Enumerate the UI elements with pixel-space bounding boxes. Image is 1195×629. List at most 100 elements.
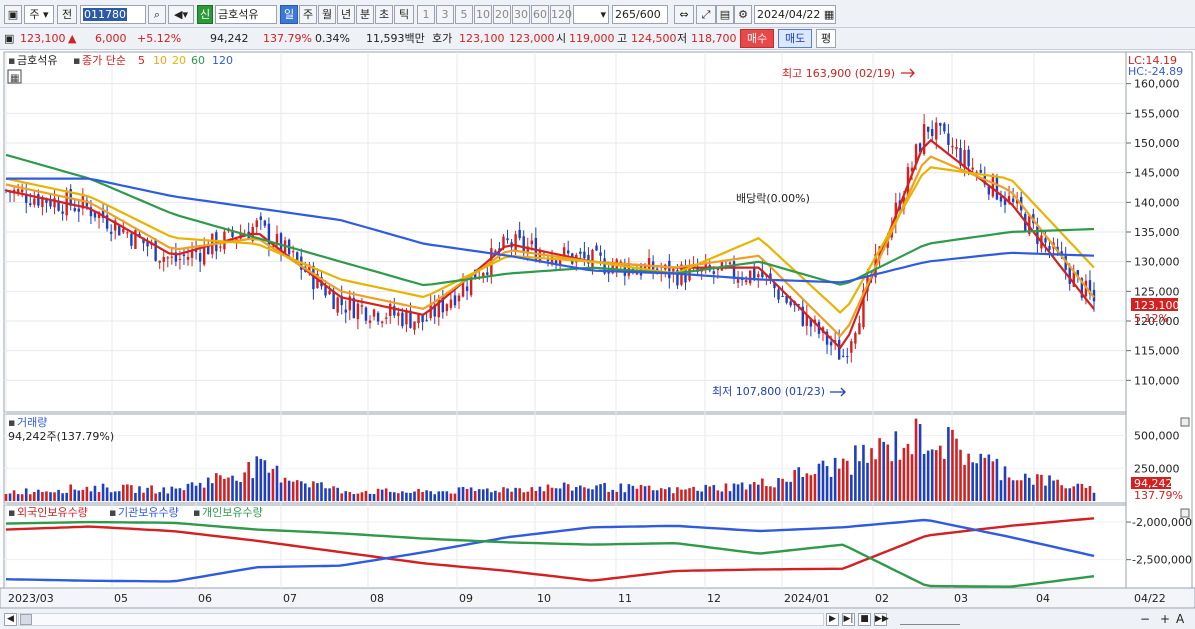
window-icon[interactable]: ▣ <box>4 5 22 24</box>
volume-bar <box>352 494 356 501</box>
save-icon[interactable]: ▤ <box>716 5 734 24</box>
volume-bar <box>433 494 437 501</box>
interval-3-button[interactable]: 3 <box>436 5 454 24</box>
volume-bar <box>922 453 926 501</box>
period-year-button[interactable]: 년 <box>337 5 355 24</box>
calendar-icon[interactable]: ▦ <box>824 8 834 21</box>
low-price: 118,700 <box>691 32 737 45</box>
scroll-left-icon[interactable]: ◀ <box>4 613 17 626</box>
volume-bar <box>279 482 283 501</box>
chart-area[interactable]: 2023/03 05 06 07 08 09 10 11 12 2024/01 02 03 04 110,… <box>0 51 1195 608</box>
volume-bar <box>409 492 412 501</box>
scrollbar-track[interactable] <box>18 613 824 626</box>
price-candle <box>154 238 157 261</box>
price-panel-name: 금호석유 <box>17 54 57 67</box>
market-type-select[interactable]: 주 ▾ <box>24 5 54 24</box>
last-price-tag: 123,100 <box>1134 299 1180 312</box>
gear-icon[interactable]: ⚙ <box>734 5 752 24</box>
interval-1-button[interactable]: 1 <box>417 5 435 24</box>
volume-bar <box>384 488 388 501</box>
fit-icon[interactable]: ⇔ <box>674 5 694 24</box>
volume-bar <box>388 491 392 501</box>
x-tick-label: 12 <box>707 592 721 605</box>
volume-bar <box>1036 474 1039 501</box>
interval-10-button[interactable]: 10 <box>474 5 492 24</box>
scroll-right-icon[interactable]: ▶ <box>826 613 839 626</box>
ma-legend-label: 종가 단순 <box>82 54 126 67</box>
count-value: 265 <box>615 8 636 21</box>
volume-bar <box>364 490 368 501</box>
high-price: 124,500 <box>631 32 677 45</box>
volume-bar <box>134 492 137 501</box>
interval-60-button[interactable]: 60 <box>531 5 549 24</box>
zoom-slider[interactable] <box>900 614 960 625</box>
eval-button[interactable]: 평 <box>816 29 837 48</box>
zoom-out-icon[interactable]: − <box>1140 612 1150 626</box>
step-forward-icon[interactable]: ▶| <box>842 613 855 626</box>
price-candle <box>951 145 954 148</box>
price-candle <box>449 299 453 308</box>
price-candle <box>837 340 841 360</box>
volume-bar <box>146 487 149 501</box>
stop-icon[interactable]: ■ <box>858 613 871 626</box>
price-candle <box>732 261 736 279</box>
volume-bar <box>53 492 56 501</box>
window-icon-small[interactable]: ▣ <box>4 31 14 47</box>
stock-code-input[interactable]: 011780 <box>80 5 146 24</box>
volume-bar <box>930 449 934 501</box>
volume-bar <box>882 441 885 501</box>
chart-toolbar: ▣ 주 ▾ 전 011780 ⌕ ◀▾ 신 금호석유 일 주 월 년 분 초 틱… <box>0 0 1195 28</box>
volume-bar <box>401 491 404 501</box>
volume-bar <box>1064 488 1067 501</box>
period-minute-button[interactable]: 분 <box>356 5 374 24</box>
period-second-button[interactable]: 초 <box>375 5 393 24</box>
volume-bar <box>24 488 28 501</box>
date-field[interactable]: 2024/04/22 ▦ <box>754 5 836 24</box>
count-field[interactable]: 265/600 <box>612 5 668 24</box>
volume-bar <box>655 490 659 501</box>
stock-name-field[interactable]: 금호석유 <box>215 5 277 24</box>
interval-5-button[interactable]: 5 <box>455 5 473 24</box>
price-candle <box>939 122 942 126</box>
price-candle <box>583 251 586 259</box>
interval-120-button[interactable]: 120 <box>550 5 572 24</box>
buy-button[interactable]: 매수 <box>740 29 775 48</box>
auto-scale-icon[interactable]: A <box>1176 612 1184 626</box>
volume-bar <box>975 463 979 501</box>
zoom-in-icon[interactable]: + <box>1160 612 1170 626</box>
volume-bar <box>619 483 623 501</box>
scrollbar-thumb[interactable] <box>20 614 32 625</box>
volume-bar <box>150 485 153 501</box>
holdings-close-icon[interactable] <box>1180 508 1190 518</box>
period-week-button[interactable]: 주 <box>299 5 317 24</box>
volume-bar <box>101 483 105 501</box>
price-candle <box>457 295 461 302</box>
fast-forward-icon[interactable]: ▶▶ <box>874 613 889 626</box>
period-month-button[interactable]: 월 <box>318 5 336 24</box>
price-panel-icon: ▪ <box>8 54 15 67</box>
draw-icon[interactable]: ⤢ <box>696 5 716 24</box>
interval-custom-select[interactable]: ▾ <box>573 5 609 24</box>
price-candle <box>397 312 400 317</box>
speaker-icon[interactable]: ◀▾ <box>168 5 194 24</box>
max-price-label: 최고 163,900 (02/19) <box>782 67 895 80</box>
volume-bar <box>672 493 675 501</box>
interval-20-button[interactable]: 20 <box>493 5 511 24</box>
volume-bar <box>1003 466 1007 501</box>
ask-label: 호가 <box>432 32 453 45</box>
dividend-label: 배당락(0.00%) <box>736 192 810 205</box>
interval-30-button[interactable]: 30 <box>512 5 530 24</box>
new-badge[interactable]: 신 <box>197 5 213 24</box>
volume-bar <box>910 454 914 501</box>
volume-bar <box>813 474 817 501</box>
period-day-button[interactable]: 일 <box>280 5 298 24</box>
volume-close-icon[interactable] <box>1180 417 1190 427</box>
search-icon[interactable]: ⌕ <box>148 5 166 24</box>
price-candle <box>389 303 392 317</box>
period-tick-button[interactable]: 틱 <box>394 5 414 24</box>
prev-button[interactable]: 전 <box>57 5 77 24</box>
volume-bar <box>85 486 89 501</box>
sell-button[interactable]: 매도 <box>778 29 813 48</box>
quote-info-bar: ▣ 123,100 ▲ 6,000 +5.12% 94,242 137.79% … <box>0 28 1195 50</box>
trade-amount: 11,593백만 <box>366 32 425 45</box>
